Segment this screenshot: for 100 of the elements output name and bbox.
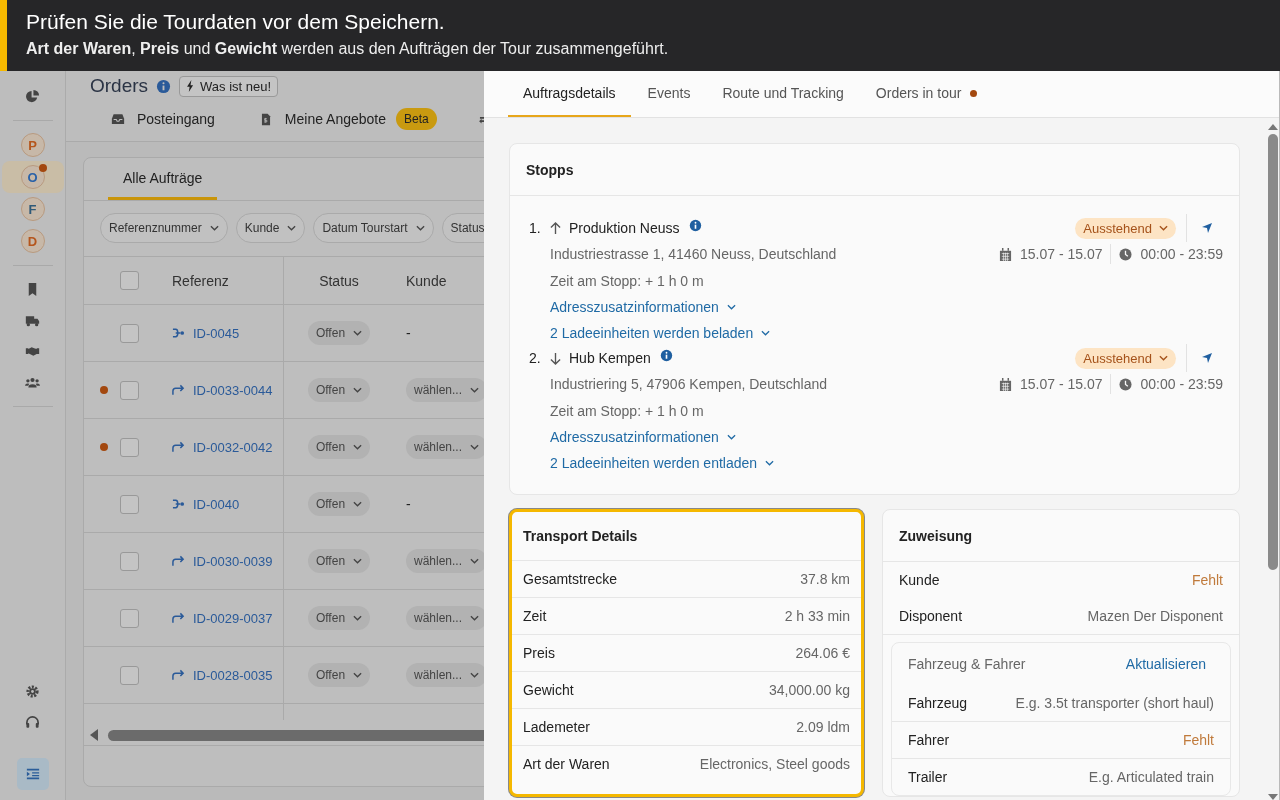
field-value: Electronics, Steel goods <box>699 756 850 772</box>
chevron-down-icon <box>353 558 363 564</box>
state-dropdown[interactable]: Offen <box>307 435 371 459</box>
order-link[interactable]: ID-0028-0035 <box>193 667 273 683</box>
row-checkbox[interactable] <box>120 380 139 400</box>
customer-dropdown[interactable]: wählen... <box>406 378 484 402</box>
page-title: Orders <box>90 75 149 97</box>
avatar[interactable]: D <box>20 229 45 253</box>
pie-chart-icon[interactable] <box>25 89 40 104</box>
tab[interactable]: Orders in tour <box>860 71 993 117</box>
inbox-icon[interactable] <box>111 112 125 126</box>
state-dropdown[interactable]: Offen <box>307 663 371 687</box>
field-value: 2.09 ldm <box>796 719 850 735</box>
stop-date-range: 15.07 - 15.07 <box>1019 246 1103 262</box>
stop-name: Produktion Neuss <box>569 220 680 236</box>
chevron-down-icon <box>1159 355 1168 361</box>
stop-address: Industriering 5, 47906 Kempen, Deutschland <box>550 376 828 392</box>
row-checkbox[interactable] <box>120 494 139 514</box>
row-checkbox[interactable] <box>120 437 139 457</box>
chevron-down-icon <box>353 501 363 507</box>
nav-link[interactable]: Posteingang <box>137 111 215 127</box>
tab[interactable]: Alle Aufträge <box>108 158 218 200</box>
state-dropdown[interactable]: Offen <box>307 606 371 630</box>
field-label: Gesamtstrecke <box>523 571 618 587</box>
chevron-down-icon <box>353 672 363 678</box>
customer-dropdown[interactable]: wählen... <box>406 663 484 687</box>
row-checkbox[interactable] <box>120 608 139 628</box>
expand-link[interactable]: 2 Ladeeinheiten werden beladen <box>550 325 771 341</box>
vertical-scrollbar[interactable] <box>1268 134 1278 570</box>
card-title: Stopps <box>526 161 574 178</box>
info-icon[interactable] <box>659 348 673 362</box>
chevron-down-icon <box>353 330 363 336</box>
card-title: Zuweisung <box>899 527 973 544</box>
horizontal-scrollbar[interactable] <box>108 729 484 741</box>
order-link[interactable]: ID-0032-0042 <box>193 439 273 455</box>
stop-state-dropdown[interactable]: Ausstehend <box>1075 217 1176 239</box>
customer-dropdown[interactable]: wählen... <box>406 606 484 630</box>
route-icon <box>172 327 185 339</box>
customer-dropdown[interactable]: wählen... <box>406 435 484 459</box>
filter-dropdown[interactable]: Kunde <box>235 213 306 243</box>
order-link[interactable]: ID-0030-0039 <box>193 553 273 569</box>
order-link[interactable]: ID-0040 <box>193 496 240 512</box>
stop-time-range: 00:00 - 23:59 <box>1140 246 1223 262</box>
users-icon[interactable] <box>25 375 40 390</box>
update-link[interactable]: Aktualisieren <box>1125 656 1206 672</box>
scroll-down-arrow-icon[interactable] <box>1268 794 1278 800</box>
up-arrow-icon <box>550 221 561 235</box>
chevron-down-icon <box>209 225 219 231</box>
stop-address: Industriestrasse 1, 41460 Neuss, Deutschland <box>550 246 837 262</box>
chevron-down-icon <box>353 615 363 621</box>
chevron-down-icon <box>470 558 480 564</box>
state-dropdown[interactable]: Offen <box>307 378 371 402</box>
order-link[interactable]: ID-0029-0037 <box>193 610 273 626</box>
select-all-checkbox[interactable] <box>120 271 139 290</box>
avatar[interactable]: O <box>20 165 45 189</box>
clock-icon <box>1119 247 1133 261</box>
row-checkbox[interactable] <box>120 323 139 343</box>
field-label: Preis <box>523 645 555 661</box>
tab[interactable]: Route und Tracking <box>707 71 859 117</box>
chevron-down-icon <box>761 330 771 336</box>
navigation-arrow-icon[interactable] <box>1201 352 1213 364</box>
avatar[interactable]: P <box>20 133 45 157</box>
stop-time-range: 00:00 - 23:59 <box>1140 376 1223 392</box>
chevron-down-icon <box>470 615 480 621</box>
tab[interactable]: Events <box>632 71 706 117</box>
row-checkbox[interactable] <box>120 551 139 571</box>
info-icon[interactable] <box>688 218 702 232</box>
scroll-left-arrow-icon[interactable] <box>90 729 98 741</box>
chevron-down-icon <box>1159 225 1168 231</box>
order-link[interactable]: ID-0045 <box>193 325 240 341</box>
avatar[interactable]: F <box>20 197 45 221</box>
row-checkbox[interactable] <box>120 665 139 685</box>
info-icon[interactable] <box>156 78 172 94</box>
state-dropdown[interactable]: Offen <box>307 321 371 345</box>
state-dropdown[interactable]: Offen <box>307 492 371 516</box>
chevron-down-icon <box>765 460 775 466</box>
down-arrow-icon <box>550 351 561 365</box>
filter-dropdown[interactable]: Status <box>441 213 484 243</box>
state-dropdown[interactable]: Offen <box>307 549 371 573</box>
navigation-arrow-icon[interactable] <box>1201 222 1213 234</box>
indent-icon <box>25 767 40 781</box>
filter-dropdown[interactable]: Datum Tourstart <box>313 213 434 243</box>
headset-icon[interactable] <box>25 715 40 730</box>
truck-icon[interactable] <box>25 313 40 328</box>
collapse-sidebar-button[interactable] <box>16 758 49 790</box>
scroll-up-arrow-icon[interactable] <box>1268 124 1278 130</box>
expand-link[interactable]: Adresszusatzinformationen <box>550 429 736 445</box>
stop-duration: Zeit am Stopp: + 1 h 0 m <box>550 403 704 419</box>
chevron-down-icon <box>353 387 363 393</box>
filter-dropdown[interactable]: Referenznummer <box>100 213 228 243</box>
order-link[interactable]: ID-0033-0044 <box>193 382 273 398</box>
expand-link[interactable]: Adresszusatzinformationen <box>550 299 736 315</box>
customer-dropdown[interactable]: wählen... <box>406 549 484 573</box>
settings-icon[interactable] <box>25 684 40 699</box>
whats-new-button[interactable]: Was ist neu! <box>179 75 279 97</box>
nav-link[interactable]: Meine Angebote <box>284 111 387 127</box>
field-value: Fehlt <box>1191 572 1223 588</box>
field-label: Trailer <box>908 769 948 785</box>
expand-link[interactable]: 2 Ladeeinheiten werden entladen <box>550 455 775 471</box>
stop-state-dropdown[interactable]: Ausstehend <box>1075 347 1176 369</box>
